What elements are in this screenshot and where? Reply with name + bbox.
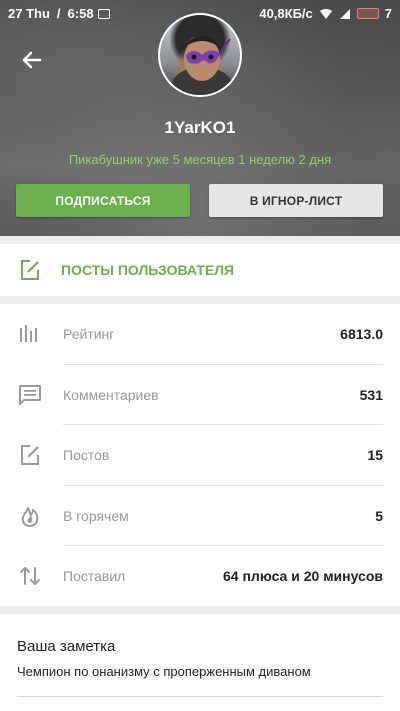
- user-posts-link[interactable]: ПОСТЫ ПОЛЬЗОВАТЕЛЯ: [0, 244, 400, 296]
- status-time: 6:58: [67, 6, 94, 21]
- status-date: 27 Thu: [8, 6, 50, 21]
- stat-value: 6813.0: [340, 326, 383, 342]
- stat-label: Комментариев: [63, 386, 159, 403]
- stat-label: Постов: [63, 447, 110, 463]
- stat-row-votes: Поставил 64 плюса и 20 минусов: [0, 546, 400, 607]
- note-title: Ваша заметка: [17, 638, 116, 655]
- ignore-list-button[interactable]: В ИГНОР-ЛИСТ: [209, 184, 383, 217]
- profile-header: 27 Thu / 6:58 40,8КБ/с 7 1YarKO1 Пикабуш…: [0, 0, 400, 236]
- stat-value: 531: [359, 386, 383, 403]
- note-text[interactable]: Чемпион по онанизму с пропер­женным дива…: [17, 664, 311, 679]
- subscribe-button[interactable]: ПОДПИСАТЬСЯ: [16, 184, 190, 217]
- stat-value: 64 плюса и 20 минусов: [223, 568, 383, 584]
- stat-row-hot: В горячем 5: [0, 486, 400, 546]
- stat-row-comments: Комментариев 531: [0, 365, 400, 425]
- battery-level: 7: [384, 6, 392, 21]
- notification-icon: [97, 8, 110, 19]
- note-underline: [17, 696, 383, 697]
- avatar-mask-graphic: [172, 36, 232, 95]
- back-button[interactable]: [18, 46, 46, 74]
- user-posts-label: ПОСТЫ ПОЛЬЗОВАТЕЛЯ: [61, 262, 235, 278]
- stat-value: 5: [375, 507, 383, 524]
- stat-label: Поставил: [63, 568, 126, 584]
- edit-icon: [21, 260, 39, 280]
- flame-icon: [21, 506, 39, 527]
- edit-icon: [21, 445, 39, 465]
- bar-chart-icon: [20, 325, 37, 342]
- stat-value: 15: [367, 447, 383, 463]
- stats-list: Рейтинг 6813.0 Комментариев 531 Постов 1…: [0, 304, 400, 606]
- stat-row-posts: Постов 15: [0, 425, 400, 486]
- profile-username: 1YarKO1: [164, 118, 236, 137]
- wifi-icon: [319, 8, 332, 19]
- signal-icon: [339, 8, 350, 19]
- user-note[interactable]: Ваша заметка Чемпион по онанизму с пропе…: [0, 614, 400, 711]
- stat-label: В горячем: [63, 507, 129, 524]
- comment-icon: [19, 384, 41, 405]
- network-speed: 40,8КБ/с: [259, 6, 313, 21]
- avatar[interactable]: [158, 13, 242, 97]
- stat-label: Рейтинг: [63, 326, 115, 342]
- swap-vertical-icon: [20, 567, 40, 585]
- status-separator: /: [56, 6, 61, 21]
- stat-row-rating: Рейтинг 6813.0: [0, 304, 400, 365]
- arrow-left-icon: [22, 51, 42, 69]
- profile-tenure: Пикабушник уже 5 месяцев 1 неделю 2 дня: [68, 152, 332, 167]
- battery-icon: [356, 8, 379, 19]
